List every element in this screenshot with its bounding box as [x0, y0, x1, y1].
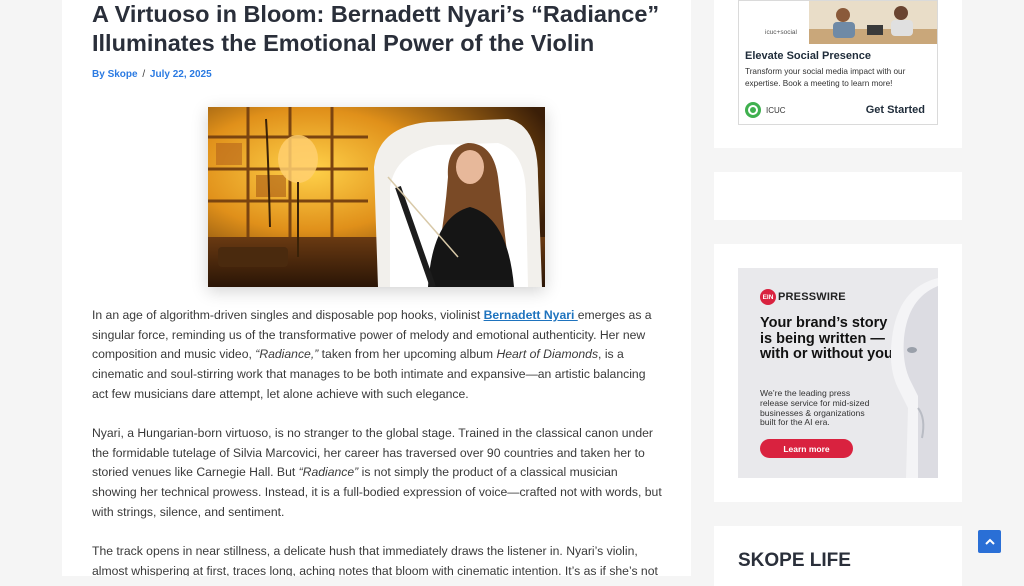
ein-badge: EIN: [760, 289, 776, 305]
sidebar-widget-empty: [714, 172, 962, 220]
chevron-up-icon: [984, 538, 995, 545]
album-title: Heart of Diamonds: [496, 347, 599, 362]
ad-subtext: We’re the leading press release service …: [760, 388, 870, 428]
song-title: “Radiance,”: [255, 347, 319, 362]
learn-more-button[interactable]: Learn more: [760, 439, 853, 458]
byline-prefix: By: [92, 69, 108, 80]
office-photo: [809, 1, 937, 44]
author-link[interactable]: Skope: [108, 69, 138, 80]
robot-head-icon: [890, 278, 938, 478]
ad-brand-name: ICUC: [766, 105, 786, 115]
byline-separator: /: [142, 69, 146, 80]
byline: By Skope / July 22, 2025: [92, 69, 212, 80]
einpresswire-logo: EIN PRESSWIRE: [760, 289, 846, 305]
featured-image: [208, 107, 545, 287]
artist-link[interactable]: Bernadett Nyari: [484, 308, 578, 322]
ad-headline: Elevate Social Presence: [745, 50, 871, 62]
ad-description: Transform your social media impact with …: [745, 67, 906, 88]
paragraph-text: The track opens in near stillness, a del…: [92, 544, 658, 576]
paragraph: In an age of algorithm-driven singles an…: [92, 306, 662, 405]
einpresswire-ad-banner[interactable]: EIN PRESSWIRE Your brand’s story is bein…: [738, 268, 938, 478]
icuc-logo-icon: [745, 102, 761, 118]
paragraph-text: In an age of algorithm-driven singles an…: [92, 308, 484, 322]
article-body: In an age of algorithm-driven singles an…: [92, 306, 662, 576]
paragraph: Nyari, a Hungarian-born virtuoso, is no …: [92, 424, 662, 523]
violinist-photo-icon: [208, 107, 545, 287]
article-card: A Virtuoso in Bloom: Bernadett Nyari’s “…: [62, 0, 691, 576]
article-title: A Virtuoso in Bloom: Bernadett Nyari’s “…: [92, 1, 660, 56]
song-title: “Radiance”: [298, 465, 359, 480]
get-started-button[interactable]: Get Started: [866, 104, 925, 116]
ad-brand: ICUC: [745, 101, 786, 119]
office-photo-icon: [809, 1, 937, 44]
sidebar-section-title: SKOPE LIFE: [738, 550, 851, 571]
scroll-to-top-button[interactable]: [978, 530, 1001, 553]
icuc-ad-banner[interactable]: icuc+social Elevate Social Presence Tran…: [738, 0, 938, 125]
paragraph: The track opens in near stillness, a del…: [92, 542, 662, 576]
post-date[interactable]: July 22, 2025: [150, 69, 212, 80]
paragraph-text: taken from her upcoming album: [318, 347, 497, 362]
icuc-mini-logo: icuc+social: [765, 29, 797, 36]
presswire-wordmark: PRESSWIRE: [778, 291, 846, 303]
